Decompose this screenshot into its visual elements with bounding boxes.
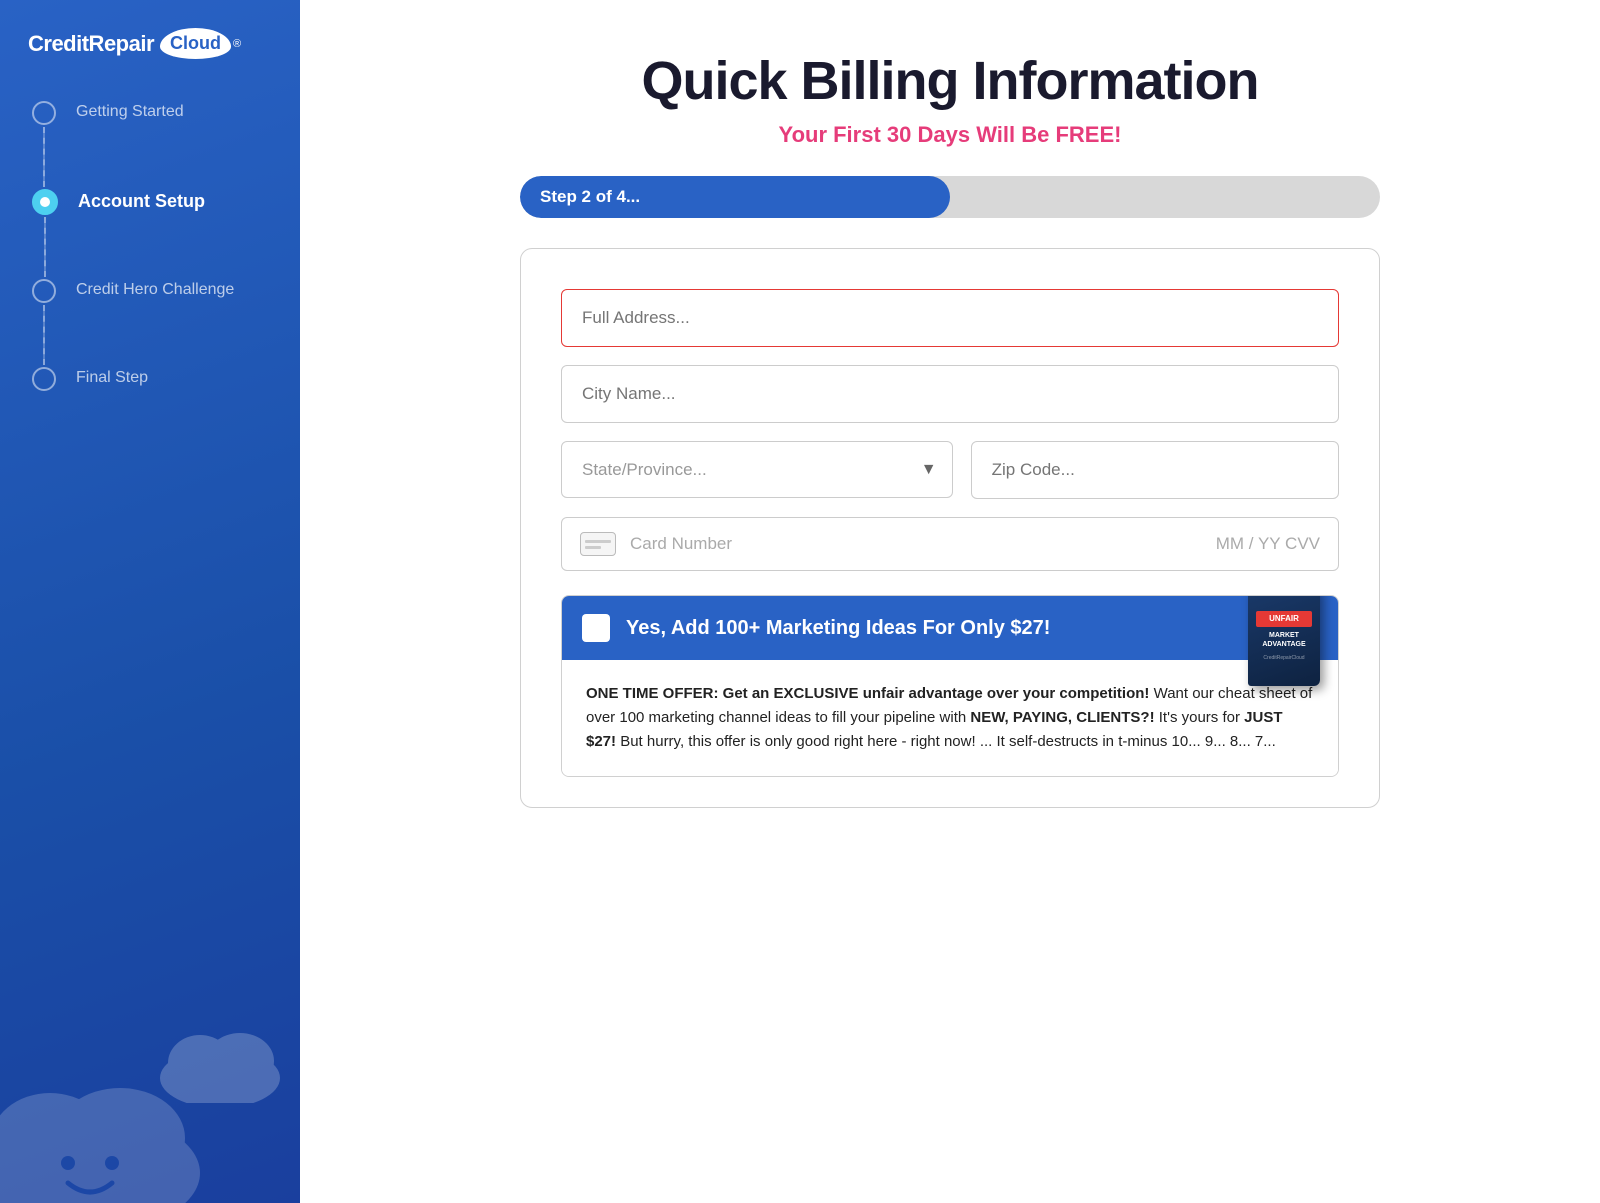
card-stripe-line-2 — [585, 546, 601, 549]
step-line-2 — [44, 217, 46, 277]
logo-text-before: CreditRepair — [28, 31, 154, 57]
step-connector-4 — [32, 367, 56, 391]
book-cover-logo: CreditRepairCloud — [1263, 655, 1304, 661]
step-circle-3 — [32, 279, 56, 303]
card-number-placeholder: Card Number — [630, 534, 1202, 554]
upsell-checkbox[interactable] — [582, 614, 610, 642]
logo-area: CreditRepair Cloud ® — [0, 0, 300, 91]
logo-cloud-badge: Cloud — [160, 28, 231, 59]
upsell-box: Yes, Add 100+ Marketing Ideas For Only $… — [561, 595, 1339, 777]
address-row — [561, 289, 1339, 347]
address-input[interactable] — [561, 289, 1339, 347]
state-select[interactable]: State/Province... — [561, 441, 953, 498]
sidebar-item-final-step[interactable]: Final Step — [32, 367, 300, 391]
step-connector-1 — [32, 101, 56, 189]
book-cover: Unfair Market Advantage CreditRepairClou… — [1248, 595, 1320, 686]
zip-input[interactable] — [971, 441, 1339, 499]
step-label-account-setup: Account Setup — [78, 189, 205, 212]
sidebar: CreditRepair Cloud ® Getting Started Acc… — [0, 0, 300, 1203]
sidebar-item-credit-hero[interactable]: Credit Hero Challenge — [32, 279, 300, 367]
upsell-header[interactable]: Yes, Add 100+ Marketing Ideas For Only $… — [562, 596, 1338, 660]
upsell-body: ONE TIME OFFER: Get an EXCLUSIVE unfair … — [562, 660, 1338, 776]
step-circle-4 — [32, 367, 56, 391]
form-card: State/Province... ▼ Card Number MM / YY … — [520, 248, 1380, 808]
cloud-small-icon — [160, 1023, 280, 1103]
card-number-row[interactable]: Card Number MM / YY CVV — [561, 517, 1339, 571]
card-stripe-icon — [580, 532, 616, 556]
upsell-label: Yes, Add 100+ Marketing Ideas For Only $… — [626, 617, 1318, 640]
page-title: Quick Billing Information — [380, 50, 1520, 112]
step-label-getting-started: Getting Started — [76, 101, 184, 121]
step-circle-1 — [32, 101, 56, 125]
logo-reg-symbol: ® — [233, 38, 241, 50]
city-input[interactable] — [561, 365, 1339, 423]
step-line-1 — [43, 127, 45, 187]
step-circle-2-active — [32, 189, 58, 215]
state-select-wrapper: State/Province... ▼ — [561, 441, 953, 499]
step-connector-3 — [32, 279, 56, 367]
sidebar-item-account-setup[interactable]: Account Setup — [32, 189, 300, 279]
city-row — [561, 365, 1339, 423]
state-zip-row: State/Province... ▼ — [561, 441, 1339, 499]
progress-bar-fill: Step 2 of 4... — [520, 176, 950, 218]
step-connector-2 — [32, 189, 58, 279]
sidebar-item-getting-started[interactable]: Getting Started — [32, 101, 300, 189]
step-label-final-step: Final Step — [76, 367, 148, 387]
book-cover-title: Market Advantage — [1256, 631, 1312, 649]
page-subtitle: Your First 30 Days Will Be FREE! — [380, 122, 1520, 148]
upsell-book-decoration: Unfair Market Advantage CreditRepairClou… — [1248, 595, 1338, 696]
logo-cloud-text: Cloud — [170, 33, 221, 54]
main-content: Quick Billing Information Your First 30 … — [300, 0, 1600, 1203]
card-date-cvv: MM / YY CVV — [1216, 534, 1320, 554]
step-label-credit-hero: Credit Hero Challenge — [76, 279, 234, 299]
progress-bar-wrapper: Step 2 of 4... — [520, 176, 1380, 218]
sidebar-cloud-decoration — [0, 963, 300, 1203]
book-cover-badge: Unfair — [1256, 611, 1312, 627]
progress-bar-label: Step 2 of 4... — [540, 187, 640, 207]
card-stripe-line-1 — [585, 540, 611, 543]
upsell-body-text: ONE TIME OFFER: Get an EXCLUSIVE unfair … — [586, 682, 1314, 754]
step-line-3 — [43, 305, 45, 365]
card-icon — [580, 532, 616, 556]
